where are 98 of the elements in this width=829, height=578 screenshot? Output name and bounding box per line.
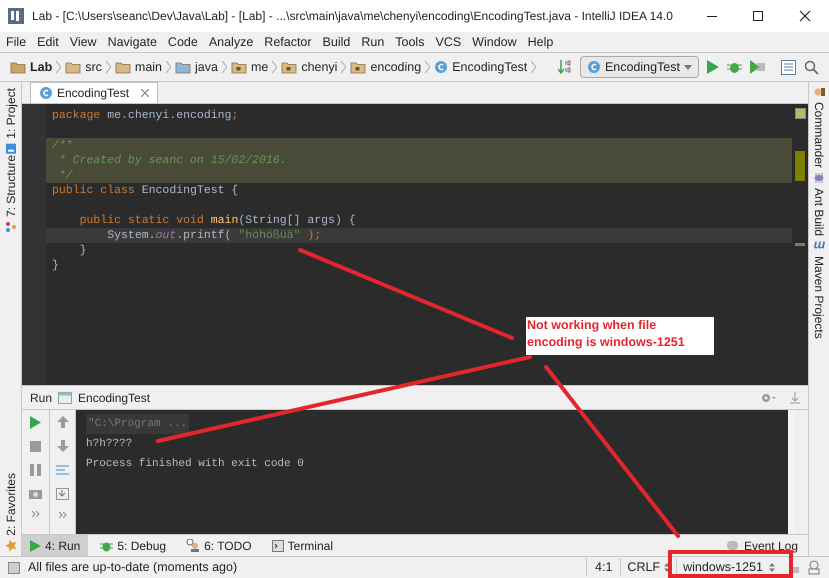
app-logo-icon bbox=[8, 8, 24, 24]
console-line: h?h???? bbox=[86, 437, 132, 452]
play-icon[interactable] bbox=[30, 416, 41, 429]
breadcrumb[interactable]: chenyi bbox=[281, 58, 338, 76]
breadcrumb[interactable]: me bbox=[230, 58, 268, 76]
sort-icon[interactable] bbox=[558, 59, 572, 75]
chevron-icon bbox=[425, 60, 430, 74]
code-line: } bbox=[51, 258, 60, 273]
menu-item[interactable]: Build bbox=[322, 32, 350, 52]
panel-title: Run bbox=[30, 390, 52, 406]
coverage-icon[interactable] bbox=[750, 60, 765, 74]
chevron-icon bbox=[106, 60, 111, 74]
breadcrumb[interactable]: encoding bbox=[350, 58, 422, 76]
run-config-dropdown[interactable]: EncodingTest bbox=[580, 56, 699, 78]
tool-window-tab[interactable]: 4: Run bbox=[22, 535, 88, 556]
bug-icon bbox=[100, 540, 114, 552]
menu-item[interactable]: VCS bbox=[435, 32, 462, 52]
chevron-icon bbox=[166, 60, 171, 74]
down-arrow-icon[interactable] bbox=[56, 440, 68, 452]
run-tab[interactable]: EncodingTest bbox=[78, 388, 150, 406]
menu-item[interactable]: Refactor bbox=[264, 32, 312, 52]
chevron-icon bbox=[531, 60, 536, 74]
star-icon bbox=[4, 540, 16, 552]
status-icon bbox=[8, 562, 20, 574]
chevron-icon bbox=[341, 60, 346, 74]
package-icon bbox=[350, 60, 366, 74]
menu-item[interactable]: Edit bbox=[37, 32, 59, 52]
menu-item[interactable]: Analyze bbox=[208, 32, 254, 52]
menu-item[interactable]: Tools bbox=[395, 32, 424, 52]
menu-item[interactable]: Window bbox=[472, 32, 517, 52]
maven-icon: m bbox=[813, 239, 825, 252]
tool-window-button[interactable]: Ant Build bbox=[806, 172, 829, 236]
caret-icon bbox=[684, 64, 692, 70]
tool-window-button[interactable]: 7: Structure bbox=[0, 154, 24, 233]
tool-window-button[interactable]: m Maven Projects bbox=[806, 240, 829, 338]
menu-item[interactable]: View bbox=[70, 32, 97, 52]
up-arrow-icon[interactable] bbox=[56, 416, 68, 428]
bug-icon[interactable] bbox=[727, 60, 742, 74]
structure-icon bbox=[4, 220, 16, 233]
class-icon bbox=[586, 60, 601, 74]
breadcrumb[interactable]: java bbox=[175, 58, 218, 76]
more-icon[interactable] bbox=[58, 512, 66, 518]
menu-item[interactable]: File bbox=[6, 32, 26, 52]
structure-icon[interactable] bbox=[781, 60, 796, 74]
search-icon[interactable] bbox=[804, 60, 819, 74]
code-line: package me.chenyi.encoding; bbox=[51, 108, 240, 123]
play-icon[interactable] bbox=[707, 60, 719, 74]
camera-icon[interactable] bbox=[29, 488, 42, 499]
line-marker-icon bbox=[795, 243, 805, 246]
menu-item[interactable]: Help bbox=[528, 32, 554, 52]
pause-icon[interactable] bbox=[30, 464, 41, 476]
highlight-marker-icon bbox=[795, 151, 805, 181]
package-icon bbox=[230, 60, 247, 74]
line-separator-selector[interactable]: CRLF bbox=[627, 558, 660, 577]
tool-window-button[interactable]: 1: Project bbox=[0, 88, 24, 155]
package-icon bbox=[281, 60, 298, 74]
window-title: Lab - [C:\Users\seanc\Dev\Java\Lab] - [Lab] - ...\src\main\java\me\chenyi\encoding\EncodingTest.java - IntelliJ IDEA 14.0 bbox=[32, 8, 673, 25]
breadcrumb[interactable]: src bbox=[65, 58, 102, 76]
breadcrumb[interactable]: main bbox=[114, 58, 162, 76]
tool-window-tab[interactable]: 5: Debug bbox=[92, 535, 174, 556]
editor-tab[interactable]: EncodingTest bbox=[30, 82, 158, 103]
updown-arrow-icon bbox=[769, 563, 775, 572]
tool-window-tab[interactable]: Terminal bbox=[264, 535, 341, 556]
balloon-icon bbox=[726, 541, 738, 550]
inspector-icon[interactable] bbox=[807, 560, 821, 575]
ant-icon bbox=[813, 172, 825, 184]
caret-position[interactable]: 4:1 bbox=[586, 558, 620, 577]
play-icon bbox=[30, 540, 41, 552]
menu-item[interactable]: Code bbox=[168, 32, 198, 52]
close-icon[interactable] bbox=[799, 10, 811, 22]
class-icon bbox=[39, 86, 53, 100]
annotation-note: Not working when file encoding is windows-1251 bbox=[526, 317, 714, 355]
wrap-icon[interactable] bbox=[56, 464, 69, 476]
terminal-icon bbox=[272, 540, 284, 552]
menu-item[interactable]: Run bbox=[361, 32, 384, 52]
code-line: public class EncodingTest { bbox=[51, 183, 240, 198]
scroll-end-icon[interactable] bbox=[56, 488, 69, 500]
updown-arrow-icon bbox=[664, 563, 670, 572]
window-icon bbox=[58, 392, 72, 404]
event-log-button[interactable]: Event Log bbox=[744, 536, 798, 554]
tool-window-tab[interactable]: 6: TODO bbox=[178, 535, 260, 556]
code-line: public static void main(String[] args) { bbox=[78, 213, 357, 228]
more-icon[interactable] bbox=[32, 511, 40, 517]
console-line: Process finished with exit code 0 bbox=[86, 457, 304, 472]
status-marker-icon bbox=[794, 108, 806, 119]
code-line: } bbox=[78, 243, 88, 258]
breadcrumb[interactable]: EncodingTest bbox=[434, 58, 528, 76]
breadcrumb[interactable]: Lab bbox=[10, 58, 52, 76]
tool-window-button[interactable]: Commander bbox=[806, 86, 829, 168]
chevron-icon bbox=[222, 60, 227, 74]
gear-icon[interactable] bbox=[760, 392, 776, 404]
chevron-icon bbox=[56, 60, 62, 74]
chevron-icon bbox=[272, 60, 278, 74]
class-icon bbox=[434, 60, 448, 74]
encoding-selector[interactable]: windows-1251 bbox=[683, 558, 763, 577]
status-message: All files are up-to-date (moments ago) bbox=[28, 559, 238, 576]
tool-window-button[interactable]: 2: Favorites bbox=[0, 473, 24, 552]
menu-item[interactable]: Navigate bbox=[108, 32, 157, 52]
